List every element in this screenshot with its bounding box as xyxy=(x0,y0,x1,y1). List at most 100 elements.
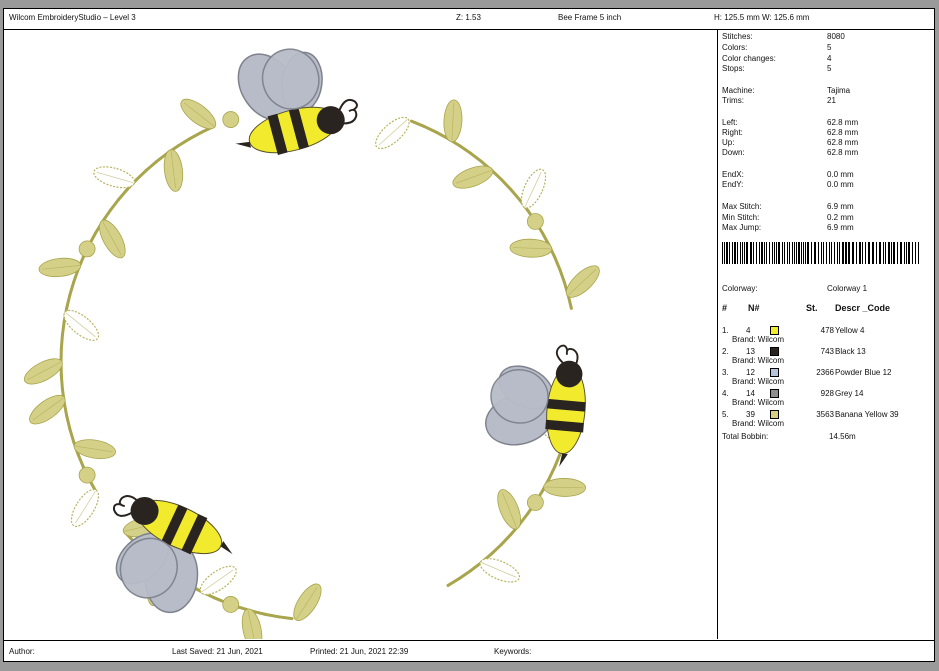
embroidery-design-canvas xyxy=(23,48,600,639)
color-swatch xyxy=(770,368,779,377)
color-description: Black 13 xyxy=(835,347,866,356)
color-row: 5. 39 3563 Banana Yellow 39 Brand: Wilcom xyxy=(722,408,932,428)
colorway-label: Colorway: xyxy=(722,284,758,293)
color-brand: Brand: Wilcom xyxy=(732,335,785,344)
stat-value: 8080 xyxy=(827,32,845,41)
stat-row: EndY: 0.0 mm xyxy=(722,180,932,190)
stat-value: 62.8 mm xyxy=(827,128,859,137)
stat-value: 0.0 mm xyxy=(827,180,854,189)
footer-bar: Author: Last Saved: 21 Jun, 2021 Printed… xyxy=(4,640,934,662)
stat-value: 62.8 mm xyxy=(827,148,859,157)
stat-label: Stitches: xyxy=(722,32,753,41)
col-stitches: St. xyxy=(806,303,818,313)
color-description: Yellow 4 xyxy=(835,326,865,335)
stat-label: Left: xyxy=(722,118,738,127)
stat-value: Tajima xyxy=(827,86,851,95)
color-num: 5. xyxy=(722,410,729,419)
total-bobbin-value: 14.56m xyxy=(829,432,856,441)
color-row: 3. 12 2366 Powder Blue 12 Brand: Wilcom xyxy=(722,366,932,386)
color-description: Banana Yellow 39 xyxy=(835,410,899,419)
color-n-code: 13 xyxy=(746,347,755,356)
color-brand: Brand: Wilcom xyxy=(732,356,785,365)
stat-row: Stitches: 8080 xyxy=(722,32,932,42)
author-field: Author: xyxy=(9,647,35,656)
color-swatch xyxy=(770,326,779,335)
color-n-code: 4 xyxy=(746,326,751,335)
stat-value: 0.2 mm xyxy=(827,213,854,222)
stat-label: Stops: xyxy=(722,64,745,73)
stat-label: Down: xyxy=(722,148,745,157)
keywords-field: Keywords: xyxy=(494,647,532,656)
stat-row: Min Stitch: 0.2 mm xyxy=(722,213,932,223)
col-descr: Descr _Code xyxy=(835,303,891,313)
col-n: N# xyxy=(748,303,760,313)
stat-value: 0.0 mm xyxy=(827,170,854,179)
color-stitches: 2366 xyxy=(816,368,834,377)
bees xyxy=(112,48,586,614)
stat-label: Up: xyxy=(722,138,735,147)
stat-label: EndX: xyxy=(722,170,744,179)
stat-row: Up: 62.8 mm xyxy=(722,138,932,148)
color-brand: Brand: Wilcom xyxy=(732,398,785,407)
stat-row: Machine: Tajima xyxy=(722,86,932,96)
stat-row: Right: 62.8 mm xyxy=(722,128,932,138)
stat-row: Colors: 5 xyxy=(722,43,932,53)
printed-date: Printed: 21 Jun, 2021 22:39 xyxy=(310,647,409,656)
stat-row: Stops: 5 xyxy=(722,64,932,74)
color-n-code: 14 xyxy=(746,389,755,398)
design-dimensions: H: 125.5 mm W: 125.6 mm xyxy=(714,13,810,22)
info-panel: Stitches: 8080 Colors: 5 Color changes: 4 Stop… xyxy=(718,30,934,639)
last-saved: Last Saved: 21 Jun, 2021 xyxy=(172,647,263,656)
stat-value: 21 xyxy=(827,96,836,105)
worksheet: Wilcom EmbroideryStudio – Level 3 Z: 1.5… xyxy=(3,8,935,662)
color-stitches: 478 xyxy=(820,326,834,335)
stat-row: Trims: 21 xyxy=(722,96,932,106)
zoom-level: Z: 1.53 xyxy=(456,13,481,22)
color-num: 3. xyxy=(722,368,729,377)
color-stitches: 743 xyxy=(820,347,834,356)
col-num: # xyxy=(722,303,728,313)
stat-value: 4 xyxy=(827,54,832,63)
total-bobbin-label: Total Bobbin: xyxy=(722,432,769,441)
color-row: 4. 14 928 Grey 14 Brand: Wilcom xyxy=(722,387,932,407)
color-num: 1. xyxy=(722,326,729,335)
color-swatch xyxy=(770,389,779,398)
color-stitches: 3563 xyxy=(816,410,834,419)
stat-label: Machine: xyxy=(722,86,755,95)
design-name: Bee Frame 5 inch xyxy=(558,13,622,22)
stat-row: Max Jump: 6.9 mm xyxy=(722,223,932,233)
app-title: Wilcom EmbroideryStudio – Level 3 xyxy=(9,13,136,22)
color-swatch xyxy=(770,410,779,419)
color-brand: Brand: Wilcom xyxy=(732,419,785,428)
stat-label: Color changes: xyxy=(722,54,776,63)
color-description: Grey 14 xyxy=(835,389,864,398)
stat-row: EndX: 0.0 mm xyxy=(722,170,932,180)
stat-value: 62.8 mm xyxy=(827,118,859,127)
stat-label: Max Stitch: xyxy=(722,202,762,211)
color-stitches: 928 xyxy=(820,389,834,398)
header-bar: Wilcom EmbroideryStudio – Level 3 Z: 1.5… xyxy=(4,9,934,30)
stat-value: 6.9 mm xyxy=(827,223,854,232)
color-brand: Brand: Wilcom xyxy=(732,377,785,386)
stat-row: Down: 62.8 mm xyxy=(722,148,932,158)
stat-row: Color changes: 4 xyxy=(722,54,932,64)
stat-row: Max Stitch: 6.9 mm xyxy=(722,202,932,212)
stat-label: Right: xyxy=(722,128,743,137)
stat-label: EndY: xyxy=(722,180,744,189)
color-swatch xyxy=(770,347,779,356)
stat-value: 5 xyxy=(827,43,832,52)
color-n-code: 12 xyxy=(746,368,755,377)
stat-label: Min Stitch: xyxy=(722,213,760,222)
design-preview[interactable] xyxy=(4,30,718,639)
stat-value: 5 xyxy=(827,64,832,73)
stat-value: 6.9 mm xyxy=(827,202,854,211)
colorway-value: Colorway 1 xyxy=(827,284,868,293)
barcode-icon xyxy=(722,242,919,264)
color-num: 4. xyxy=(722,389,729,398)
stat-label: Colors: xyxy=(722,43,748,52)
color-n-code: 39 xyxy=(746,410,755,419)
stat-label: Trims: xyxy=(722,96,744,105)
stat-row: Left: 62.8 mm xyxy=(722,118,932,128)
color-description: Powder Blue 12 xyxy=(835,368,892,377)
color-row: 1. 4 478 Yellow 4 Brand: Wilcom xyxy=(722,324,932,344)
